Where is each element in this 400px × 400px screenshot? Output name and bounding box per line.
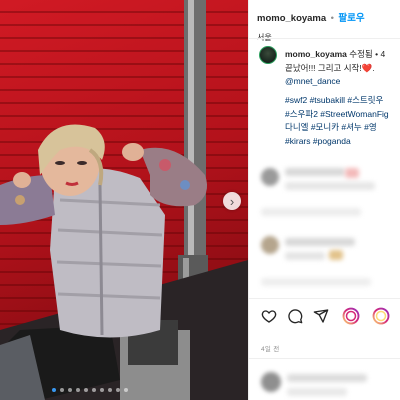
carousel-dot xyxy=(108,388,112,392)
comment-text-blur xyxy=(287,388,347,396)
caption-line: 끝났어!!! 그리고 시작! xyxy=(285,62,362,73)
carousel-dot xyxy=(116,388,120,392)
story-ring-button[interactable] xyxy=(371,306,391,326)
story-ring-icon xyxy=(342,307,360,325)
comment-text-blur xyxy=(261,208,361,216)
avatar[interactable] xyxy=(259,46,277,64)
caption-trailing: . xyxy=(372,62,375,73)
send-icon xyxy=(313,309,329,323)
comment-avatar xyxy=(261,372,281,392)
header-separator: • xyxy=(330,13,334,24)
comment-text-blur xyxy=(285,168,345,176)
story-ring-button[interactable] xyxy=(341,306,361,326)
divider xyxy=(249,38,400,39)
hashtag-line[interactable]: #스우파2 #StreetWomanFig xyxy=(285,108,400,122)
story-ring-icon xyxy=(372,307,390,325)
comment-icon xyxy=(288,309,303,324)
comment-emoji-blur xyxy=(329,250,343,260)
carousel-dot xyxy=(84,388,88,392)
carousel-dot xyxy=(60,388,64,392)
carousel-next-button[interactable]: › xyxy=(223,192,241,210)
comments-list xyxy=(249,160,400,298)
divider xyxy=(249,298,400,299)
hashtag-line[interactable]: 다니엘 #모니카 #셔누 #영 xyxy=(285,121,400,135)
carousel-dot xyxy=(92,388,96,392)
hashtags: #swf2 #tsubakill #스트릿우 #스우파2 #StreetWoma… xyxy=(285,94,400,148)
share-button[interactable] xyxy=(311,306,331,326)
photo-illustration xyxy=(0,0,248,400)
hashtag-line[interactable]: #kirars #poganda xyxy=(285,135,400,149)
comment-text-blur xyxy=(285,252,325,260)
comment-avatar xyxy=(261,168,279,186)
post-timestamp[interactable]: 4일 전 xyxy=(261,343,280,353)
follow-button[interactable]: 팔로우 xyxy=(338,13,364,24)
carousel-dot xyxy=(68,388,72,392)
comment-emoji-blur xyxy=(345,168,359,178)
caption-text: momo_koyama 수정됨 • 4 끝났어!!! 그리고 시작!❤️. @m… xyxy=(285,48,400,89)
comment-text-blur xyxy=(261,278,371,286)
mention-link[interactable]: @mnet_dance xyxy=(285,75,400,89)
hashtag-line[interactable]: #swf2 #tsubakill #스트릿우 xyxy=(285,94,400,108)
like-button[interactable] xyxy=(259,306,279,326)
comment-text-blur xyxy=(285,238,355,246)
edited-label: 수정됨 xyxy=(349,49,373,59)
post-photo[interactable]: › xyxy=(0,0,248,400)
caption-separator: • xyxy=(375,49,379,59)
carousel-indicator xyxy=(52,388,128,392)
header-username[interactable]: momo_koyama xyxy=(257,13,326,24)
divider xyxy=(249,358,400,359)
heart-emoji: ❤️ xyxy=(361,62,373,73)
carousel-dot xyxy=(124,388,128,392)
chevron-right-icon: › xyxy=(229,193,235,209)
comment-avatar xyxy=(261,236,279,254)
action-bar xyxy=(259,306,400,328)
heart-icon xyxy=(261,310,277,323)
carousel-dot xyxy=(52,388,56,392)
carousel-dot xyxy=(100,388,104,392)
comment-button[interactable] xyxy=(285,306,305,326)
comment-text-blur xyxy=(287,374,367,382)
caption-age: 4 xyxy=(380,49,386,59)
comment-text-blur xyxy=(285,182,375,190)
caption-username[interactable]: momo_koyama xyxy=(285,49,347,59)
more-posts-blur xyxy=(249,366,400,400)
carousel-dot xyxy=(76,388,80,392)
post-side-panel: momo_koyama • 팔로우 서울 momo_koyama 수정됨 • 4… xyxy=(248,0,400,400)
